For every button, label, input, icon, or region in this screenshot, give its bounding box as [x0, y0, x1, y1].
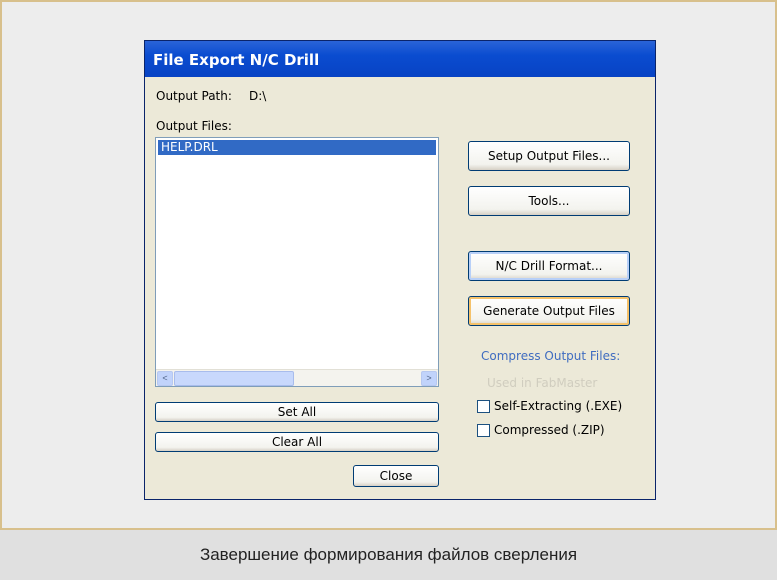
- self-extracting-label: Self-Extracting (.EXE): [494, 399, 623, 413]
- compressed-zip-checkbox[interactable]: [477, 423, 490, 437]
- setup-output-files-button[interactable]: Setup Output Files...: [468, 141, 630, 171]
- list-item[interactable]: HELP.DRL: [158, 140, 436, 155]
- clear-all-button[interactable]: Clear All: [155, 432, 439, 452]
- output-files-label: Output Files:: [156, 119, 232, 133]
- scroll-thumb[interactable]: [174, 371, 294, 386]
- nc-drill-format-button[interactable]: N/C Drill Format...: [468, 251, 630, 281]
- compressed-zip-option[interactable]: Compressed (.ZIP): [477, 423, 605, 437]
- output-files-list[interactable]: HELP.DRL < >: [155, 137, 439, 387]
- scroll-right-icon[interactable]: >: [421, 371, 437, 386]
- output-path-label: Output Path:: [156, 89, 232, 103]
- compress-disabled-option: Used in FabMaster: [487, 376, 598, 390]
- compress-output-files-label: Compress Output Files:: [481, 349, 621, 363]
- file-export-dialog: File Export N/C Drill Output Path: D:\ O…: [144, 40, 656, 500]
- output-path-value: D:\: [249, 89, 267, 103]
- close-button[interactable]: Close: [353, 465, 439, 487]
- compressed-zip-label: Compressed (.ZIP): [494, 423, 605, 437]
- self-extracting-option[interactable]: Self-Extracting (.EXE): [477, 399, 622, 413]
- self-extracting-checkbox[interactable]: [477, 399, 490, 413]
- scroll-left-icon[interactable]: <: [157, 371, 173, 386]
- horizontal-scrollbar[interactable]: < >: [156, 369, 438, 386]
- image-caption: Завершение формирования файлов сверления: [0, 528, 777, 580]
- tools-button[interactable]: Tools...: [468, 186, 630, 216]
- set-all-button[interactable]: Set All: [155, 402, 439, 422]
- dialog-title: File Export N/C Drill: [145, 41, 655, 77]
- generate-output-files-button[interactable]: Generate Output Files: [468, 296, 630, 326]
